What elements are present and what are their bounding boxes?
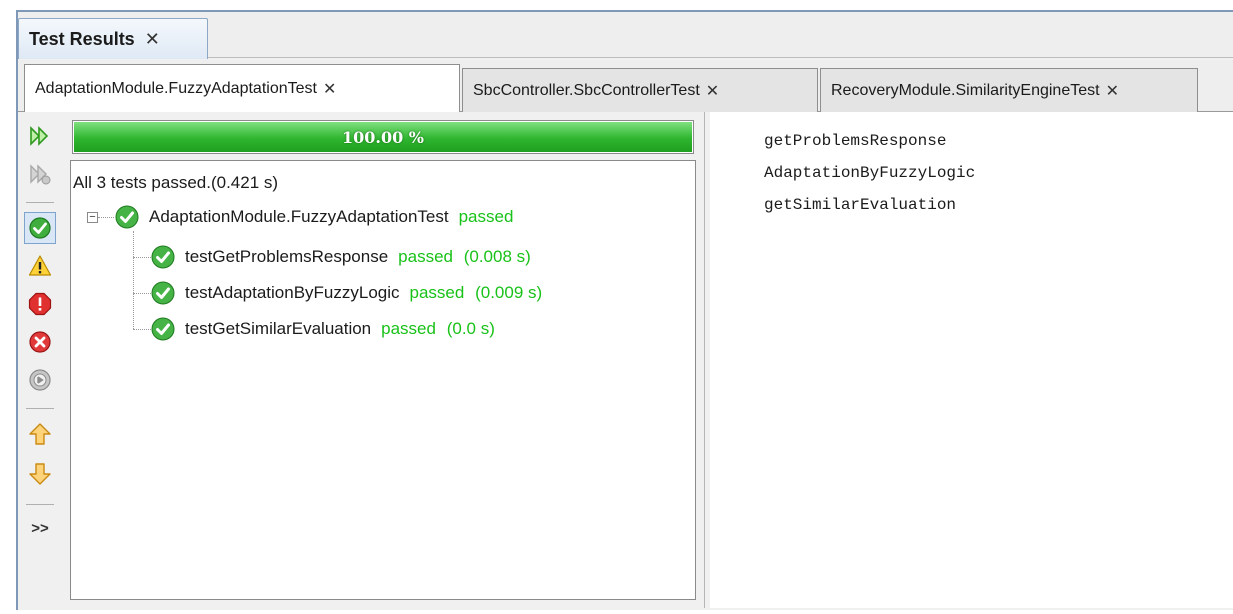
arrow-up-icon (29, 423, 51, 445)
skipped-icon (29, 369, 51, 391)
test-status: passed (0.008 s) (398, 247, 531, 267)
tree-connector (133, 329, 151, 330)
more-button[interactable]: >> (24, 512, 56, 544)
test-name: testGetProblemsResponse (185, 247, 389, 266)
warning-icon (28, 255, 52, 276)
suite-status: passed (458, 207, 514, 226)
results-toolbar: >> (18, 112, 66, 608)
show-skipped-toggle[interactable] (24, 364, 56, 396)
rerun-failed-icon (30, 164, 51, 185)
results-summary: All 3 tests passed.(0.421 s) (73, 173, 279, 192)
tab-test-results[interactable]: Test Results ✕ (18, 18, 208, 59)
output-line: AdaptationByFuzzyLogic (764, 164, 976, 182)
show-failures-toggle[interactable] (24, 288, 56, 320)
test-name: testAdaptationByFuzzyLogic (185, 283, 400, 302)
tab-label: AdaptationModule.FuzzyAdaptationTest (35, 80, 317, 97)
tree-connector (133, 293, 151, 294)
test-status: passed (0.0 s) (381, 319, 495, 339)
tab-fuzzy-adaptation-test[interactable]: AdaptationModule.FuzzyAdaptationTest ✕ (24, 64, 460, 113)
test-results-content: >> 100.00 % All 3 tests passed.(0.421 s)… (18, 112, 1233, 608)
rerun-failed-button[interactable] (24, 158, 56, 190)
output-line: getSimilarEvaluation (764, 196, 957, 214)
error-icon (29, 331, 51, 353)
collapse-toggle[interactable]: − (87, 212, 98, 223)
show-passed-icon (29, 217, 51, 239)
tab-label: SbcController.SbcControllerTest (473, 81, 700, 99)
tab-similarity-engine-test[interactable]: RecoveryModule.SimilarityEngineTest ✕ (820, 68, 1198, 112)
results-tree[interactable]: All 3 tests passed.(0.421 s) − Adaptatio… (70, 160, 696, 600)
failure-icon (28, 292, 52, 316)
test-duration: (0.009 s) (475, 283, 543, 302)
test-row[interactable]: testGetProblemsResponse passed (0.008 s) (151, 242, 531, 272)
rerun-icon (30, 126, 49, 146)
arrow-down-icon (29, 463, 51, 485)
test-row[interactable]: testAdaptationByFuzzyLogic passed (0.009… (151, 278, 542, 308)
tree-connector (133, 231, 134, 329)
close-icon[interactable]: ✕ (323, 79, 336, 99)
test-tab-bar: AdaptationModule.FuzzyAdaptationTest ✕ S… (18, 60, 1233, 113)
close-icon[interactable]: ✕ (1106, 81, 1119, 101)
show-passed-toggle[interactable] (24, 212, 56, 244)
suite-row[interactable]: AdaptationModule.FuzzyAdaptationTest pas… (115, 202, 513, 232)
tree-connector (133, 257, 151, 258)
show-warnings-toggle[interactable] (24, 250, 56, 282)
show-errors-toggle[interactable] (24, 326, 56, 358)
test-name: testGetSimilarEvaluation (185, 319, 372, 338)
test-status-label: passed (409, 283, 465, 302)
toolbar-separator (26, 408, 54, 409)
test-status: passed (0.009 s) (410, 283, 543, 303)
tab-label: RecoveryModule.SimilarityEngineTest (831, 81, 1100, 99)
tab-sbc-controller-test[interactable]: SbcController.SbcControllerTest ✕ (462, 68, 818, 112)
passed-check-icon (151, 245, 175, 269)
previous-failure-button[interactable] (24, 418, 56, 450)
test-output-pane[interactable]: getProblemsResponse AdaptationByFuzzyLog… (710, 112, 1233, 608)
tree-connector (98, 217, 114, 218)
close-icon[interactable]: ✕ (145, 30, 160, 48)
close-icon[interactable]: ✕ (706, 81, 719, 101)
test-status-label: passed (381, 319, 436, 338)
test-status-label: passed (398, 247, 453, 266)
output-line: getProblemsResponse (764, 132, 947, 150)
passed-check-icon (151, 317, 175, 341)
toolbar-separator (26, 504, 54, 505)
suite-name: AdaptationModule.FuzzyAdaptationTest (149, 207, 449, 226)
test-duration: (0.0 s) (446, 319, 495, 338)
progress-label: 100.00 % (341, 127, 424, 147)
tab-test-results-label: Test Results (29, 28, 135, 49)
rerun-button[interactable] (24, 120, 56, 152)
toolbar-separator (26, 202, 54, 203)
panel-tab-bar: Test Results ✕ (18, 12, 1233, 59)
passed-check-icon (151, 281, 175, 305)
test-duration: (0.008 s) (463, 247, 531, 266)
test-row[interactable]: testGetSimilarEvaluation passed (0.0 s) (151, 314, 495, 344)
next-failure-button[interactable] (24, 458, 56, 490)
passed-check-icon (115, 205, 139, 229)
progress-bar: 100.00 % (72, 120, 694, 154)
